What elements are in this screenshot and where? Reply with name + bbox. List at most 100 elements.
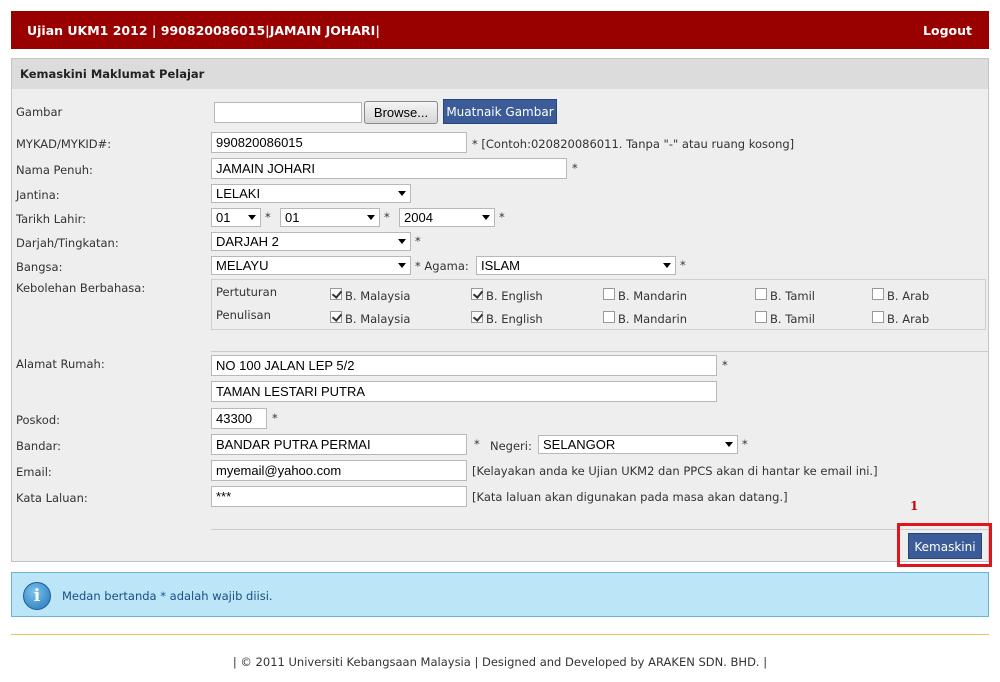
chevron-down-icon xyxy=(367,215,375,220)
birth-day-select[interactable]: 01 xyxy=(211,208,261,227)
chevron-down-icon xyxy=(663,263,671,268)
bandar-label: Bandar: xyxy=(16,439,61,453)
logout-link[interactable]: Logout xyxy=(923,23,972,38)
required-star: * xyxy=(722,358,728,372)
state-select[interactable]: SELANGOR xyxy=(538,435,738,454)
update-button[interactable]: Kemaskini xyxy=(908,533,982,559)
negeri-label: Negeri: xyxy=(490,439,532,453)
chevron-down-icon xyxy=(398,191,406,196)
chevron-down-icon xyxy=(398,263,406,268)
required-star: * xyxy=(384,210,390,224)
checkbox-speak-malaysia[interactable] xyxy=(330,288,342,300)
upload-image-button[interactable]: Muatnaik Gambar xyxy=(443,99,557,124)
kata-laluan-label: Kata Laluan: xyxy=(16,491,88,505)
checkbox-label: B. Mandarin xyxy=(618,312,688,326)
chevron-down-icon xyxy=(482,215,490,220)
pertuturan-label: Pertuturan xyxy=(216,285,277,299)
agama-label: * Agama: xyxy=(415,259,469,273)
email-label: Email: xyxy=(16,465,52,479)
checkbox-write-tamil[interactable] xyxy=(755,311,767,323)
tarikh-lahir-label: Tarikh Lahir: xyxy=(16,212,87,226)
required-star: * xyxy=(680,258,686,272)
religion-select[interactable]: ISLAM xyxy=(476,256,676,275)
info-box: i Medan bertanda * adalah wajib diisi. xyxy=(11,572,989,617)
file-path-input[interactable] xyxy=(214,102,362,123)
birth-day-value: 01 xyxy=(216,210,231,225)
chevron-down-icon xyxy=(248,215,256,220)
required-star: * xyxy=(572,161,578,175)
password-field[interactable]: *** xyxy=(211,486,467,507)
email-hint: [Kelayakan anda ke Ujian UKM2 dan PPCS a… xyxy=(472,464,878,478)
birth-month-select[interactable]: 01 xyxy=(280,208,380,227)
chevron-down-icon xyxy=(398,239,406,244)
email-field[interactable]: myemail@yahoo.com xyxy=(211,460,467,481)
mykad-input[interactable]: 990820086015 xyxy=(211,132,467,153)
poskod-label: Poskod: xyxy=(16,413,61,427)
info-text: Medan bertanda * adalah wajib diisi. xyxy=(62,589,273,603)
password-hint: [Kata laluan akan digunakan pada masa ak… xyxy=(472,490,788,504)
required-star: * xyxy=(499,210,505,224)
alamat-label: Alamat Rumah: xyxy=(16,357,105,371)
address-line1-input[interactable]: NO 100 JALAN LEP 5/2 xyxy=(211,355,717,376)
checkbox-label: B. English xyxy=(486,312,543,326)
top-bar: Ujian UKM1 2012 | 990820086015|JAMAIN JO… xyxy=(11,11,989,49)
grade-value: DARJAH 2 xyxy=(216,234,279,249)
checkbox-label: B. Tamil xyxy=(770,289,815,303)
checkbox-speak-english[interactable] xyxy=(471,288,483,300)
chevron-down-icon xyxy=(725,442,733,447)
footer-divider xyxy=(11,634,989,635)
required-star: * xyxy=(415,234,421,248)
race-select[interactable]: MELAYU xyxy=(211,256,411,275)
checkbox-label: B. English xyxy=(486,289,543,303)
grade-select[interactable]: DARJAH 2 xyxy=(211,232,411,251)
checkbox-speak-tamil[interactable] xyxy=(755,288,767,300)
checkbox-label: B. Arab xyxy=(887,312,930,326)
required-star: * xyxy=(474,437,480,451)
mykad-hint: * [Contoh:020820086011. Tanpa "-" atau r… xyxy=(472,137,795,151)
panel-title: Kemaskini Maklumat Pelajar xyxy=(12,59,988,89)
gambar-label: Gambar xyxy=(16,105,63,119)
checkbox-label: B. Malaysia xyxy=(345,312,411,326)
postcode-input[interactable]: 43300 xyxy=(211,408,267,429)
race-value: MELAYU xyxy=(216,258,269,273)
app-title: Ujian UKM1 2012 | 990820086015|JAMAIN JO… xyxy=(27,23,380,38)
section-divider xyxy=(211,529,989,530)
section-divider xyxy=(211,351,989,352)
state-value: SELANGOR xyxy=(543,437,616,452)
footer-text: | © 2011 Universiti Kebangsaan Malaysia … xyxy=(232,655,768,669)
bangsa-label: Bangsa: xyxy=(16,260,63,274)
checkbox-write-mandarin[interactable] xyxy=(603,311,615,323)
language-ability-box: Pertuturan Penulisan B. Malaysia B. Engl… xyxy=(211,279,986,330)
nama-label: Nama Penuh: xyxy=(16,163,93,177)
darjah-label: Darjah/Tingkatan: xyxy=(16,236,119,250)
info-icon: i xyxy=(23,582,51,610)
full-name-input[interactable]: JAMAIN JOHARI xyxy=(211,158,567,179)
address-line2-input[interactable]: TAMAN LESTARI PUTRA xyxy=(211,381,717,402)
required-star: * xyxy=(272,411,278,425)
checkbox-write-malaysia[interactable] xyxy=(330,311,342,323)
checkbox-speak-arab[interactable] xyxy=(872,288,884,300)
gender-select[interactable]: LELAKI xyxy=(211,184,411,203)
city-input[interactable]: BANDAR PUTRA PERMAI xyxy=(211,434,467,455)
checkbox-write-english[interactable] xyxy=(471,311,483,323)
mykad-label: MYKAD/MYKID#: xyxy=(16,137,112,151)
required-star: * xyxy=(742,437,748,451)
birth-year-value: 2004 xyxy=(404,210,433,225)
checkbox-label: B. Malaysia xyxy=(345,289,411,303)
annotation-marker: 1 xyxy=(910,499,919,513)
checkbox-speak-mandarin[interactable] xyxy=(603,288,615,300)
checkbox-label: B. Mandarin xyxy=(618,289,688,303)
checkbox-label: B. Tamil xyxy=(770,312,815,326)
checkbox-write-arab[interactable] xyxy=(872,311,884,323)
penulisan-label: Penulisan xyxy=(216,308,271,322)
required-star: * xyxy=(265,210,271,224)
browse-button[interactable]: Browse... xyxy=(364,101,438,124)
gender-value: LELAKI xyxy=(216,186,261,201)
student-form-panel: Kemaskini Maklumat Pelajar Gambar Browse… xyxy=(11,58,989,562)
religion-value: ISLAM xyxy=(481,258,521,273)
birth-year-select[interactable]: 2004 xyxy=(399,208,495,227)
checkbox-label: B. Arab xyxy=(887,289,930,303)
jantina-label: Jantina: xyxy=(16,188,60,202)
kebolehan-label: Kebolehan Berbahasa: xyxy=(16,281,146,295)
birth-month-value: 01 xyxy=(285,210,300,225)
